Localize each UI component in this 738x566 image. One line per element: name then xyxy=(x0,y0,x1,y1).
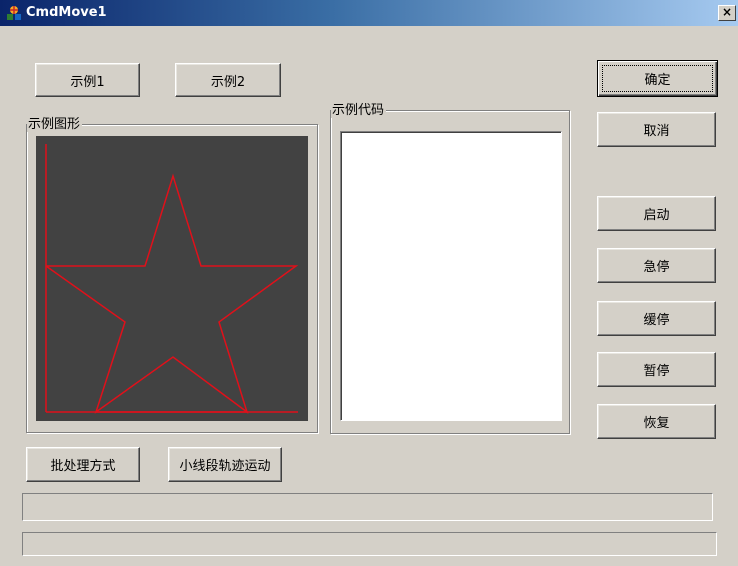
start-button[interactable]: 启动 xyxy=(597,196,716,231)
example2-button[interactable]: 示例2 xyxy=(175,63,281,97)
pause-button[interactable]: 暂停 xyxy=(597,352,716,387)
app-icon xyxy=(7,6,21,20)
cancel-label: 取消 xyxy=(643,124,670,139)
ok-button[interactable]: 确定 xyxy=(597,60,718,97)
small-segment-label: 小线段轨迹运动 xyxy=(179,459,271,474)
window-title: CmdMove1 xyxy=(26,5,107,20)
resume-label: 恢复 xyxy=(643,416,670,431)
slow-stop-button[interactable]: 缓停 xyxy=(597,301,716,336)
close-icon: × xyxy=(721,5,733,19)
slow-stop-label: 缓停 xyxy=(643,313,670,328)
star-outline xyxy=(45,173,299,414)
example2-label: 示例2 xyxy=(210,74,246,90)
emergency-stop-label: 急停 xyxy=(643,260,670,275)
status-field-1 xyxy=(22,493,713,521)
close-button[interactable]: × xyxy=(718,5,736,21)
title-bar[interactable]: CmdMove1 × xyxy=(0,0,738,26)
batch-mode-button[interactable]: 批处理方式 xyxy=(26,447,140,482)
example-graphic-label: 示例图形 xyxy=(27,117,83,132)
ok-label: 确定 xyxy=(644,73,671,88)
batch-mode-label: 批处理方式 xyxy=(50,459,116,474)
example1-label: 示例1 xyxy=(70,74,105,90)
status-field-2 xyxy=(22,532,717,556)
emergency-stop-button[interactable]: 急停 xyxy=(597,248,716,283)
cancel-button[interactable]: 取消 xyxy=(597,112,716,147)
example1-button[interactable]: 示例1 xyxy=(35,63,140,97)
star-path-graphic xyxy=(45,144,299,414)
graphic-canvas xyxy=(36,136,308,421)
example-code-label: 示例代码 xyxy=(331,103,387,118)
pause-label: 暂停 xyxy=(643,364,670,379)
example-code-textarea[interactable] xyxy=(340,131,562,421)
dialog-window: CmdMove1 × 示例1 示例2 示例图形 示例代码 确定 取消 启动 急停… xyxy=(0,0,738,566)
start-label: 启动 xyxy=(643,208,670,223)
small-segment-button[interactable]: 小线段轨迹运动 xyxy=(168,447,282,482)
resume-button[interactable]: 恢复 xyxy=(597,404,716,439)
